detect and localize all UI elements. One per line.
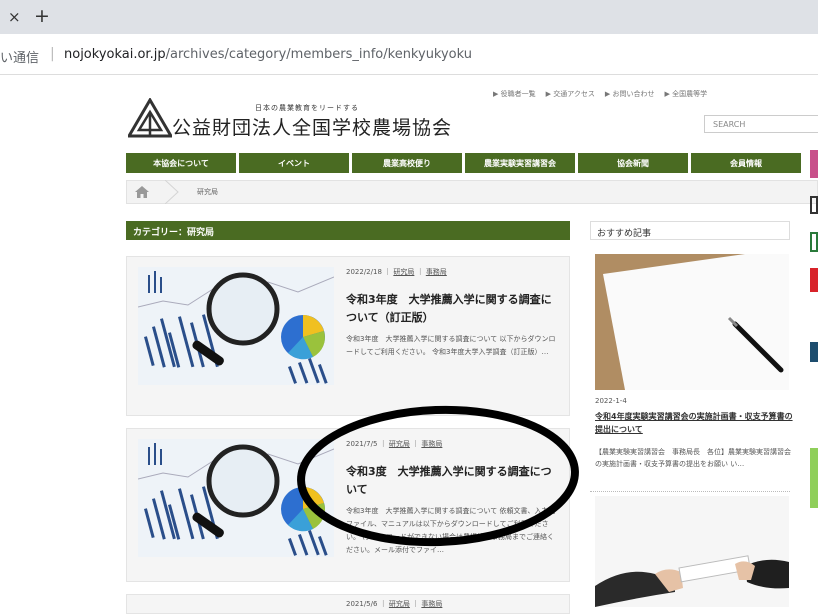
address-bar[interactable]: い通信 | nojokyokai.or.jp/archives/category… [0,34,818,75]
post-category-link[interactable]: 事務局 [426,268,447,276]
search-input[interactable]: SEARCH [704,115,818,133]
top-links: ▶ 役職者一覧 ▶ 交通アクセス ▶ お問い合わせ ▶ 全国農等学 [493,89,707,99]
global-nav: 本協会について イベント 農業高校便り 農業実験実習講習会 協会新聞 会員情報 [126,153,801,173]
featured-image-paper-pen[interactable] [595,254,789,390]
post-date: 2022/2/18 [346,268,382,276]
category-title: カテゴリー：研究局 [126,221,570,240]
nav-workshop[interactable]: 農業実験実習講習会 [465,153,575,173]
nav-events[interactable]: イベント [239,153,349,173]
top-link-access[interactable]: ▶ 交通アクセス [546,89,595,99]
top-link-contact[interactable]: ▶ お問い合わせ [605,89,655,99]
nav-newspaper[interactable]: 協会新聞 [578,153,688,173]
site-name[interactable]: 公益財団法人全国学校農場協会 [172,113,452,140]
security-indicator[interactable]: い通信 [0,47,39,66]
nav-about[interactable]: 本協会について [126,153,236,173]
post-card[interactable]: 2021/5/6 ｜ 研究局 ｜ 事務局 [126,594,570,614]
top-link-officers[interactable]: ▶ 役職者一覧 [493,89,536,99]
post-title[interactable]: 令和3年度 大学推薦入学に関する調査について（訂正版） [346,291,562,327]
logo-mark-icon[interactable] [128,98,172,138]
featured-excerpt: 【農業実験実習講習会 事務局長 各位】農業実験実習講習会の実施計画書・収支予算書… [595,448,791,468]
url-text[interactable]: nojokyokai.or.jp/archives/category/membe… [64,47,472,62]
right-edge-widget[interactable] [810,448,818,508]
url-path: /archives/category/members_info/kenkyuky… [165,47,473,62]
breadcrumb: 研究局 [126,180,818,204]
post-thumbnail-magnifier-chart[interactable] [138,439,334,557]
post-meta: 2021/5/6 ｜ 研究局 ｜ 事務局 [346,600,443,608]
home-icon[interactable] [135,186,149,198]
post-thumbnail-magnifier-chart[interactable] [138,267,334,385]
sidebar-image-handing-envelope[interactable] [595,496,789,607]
post-excerpt: 令和3年度 大学推薦入学に関する調査について 依頼文書、入力用ファイル、マニュア… [346,507,556,554]
post-excerpt: 令和3年度 大学推薦入学に関する調査について 以下からダウンロードしてご利用くだ… [346,335,556,356]
featured-title[interactable]: 令和4年度実験実習講習会の実施計画書・収支予算書の提出について [595,410,795,436]
sidebar-heading: おすすめ記事 [590,221,790,240]
post-date: 2021/7/5 [346,440,378,448]
featured-date: 2022-1-4 [595,397,627,405]
post-card[interactable]: 2022/2/18 ｜ 研究局 ｜ 事務局 令和3年度 大学推薦入学に関する調査… [126,256,570,416]
post-meta: 2022/2/18 ｜ 研究局 ｜ 事務局 [346,268,447,276]
nav-school-news[interactable]: 農業高校便り [352,153,462,173]
post-card[interactable]: 2021/7/5 ｜ 研究局 ｜ 事務局 令和3度 大学推薦入学に関する調査につ… [126,428,570,582]
url-separator: | [50,46,55,62]
right-edge-widget[interactable] [810,268,818,292]
browser-tab-strip: × + [0,0,818,34]
right-edge-widget[interactable] [810,150,818,178]
post-category-link[interactable]: 事務局 [421,440,442,448]
top-link-national[interactable]: ▶ 全国農等学 [664,89,707,99]
post-category-link[interactable]: 研究局 [389,440,410,448]
sidebar-divider [590,491,790,492]
right-edge-widget[interactable] [810,232,818,252]
breadcrumb-current: 研究局 [197,188,218,196]
site-tagline: 日本の農業教育をリードする [255,104,359,112]
right-edge-widget[interactable] [810,196,818,214]
close-tab-icon[interactable]: × [8,8,21,26]
breadcrumb-arrow-icon [165,180,179,204]
new-tab-icon[interactable]: + [34,5,50,27]
right-edge-widget[interactable] [810,342,818,362]
post-title[interactable]: 令和3度 大学推薦入学に関する調査について [346,463,562,499]
nav-members[interactable]: 会員情報 [691,153,801,173]
post-category-link[interactable]: 研究局 [393,268,414,276]
url-host: nojokyokai.or.jp [64,47,166,62]
post-meta: 2021/7/5 ｜ 研究局 ｜ 事務局 [346,440,443,448]
